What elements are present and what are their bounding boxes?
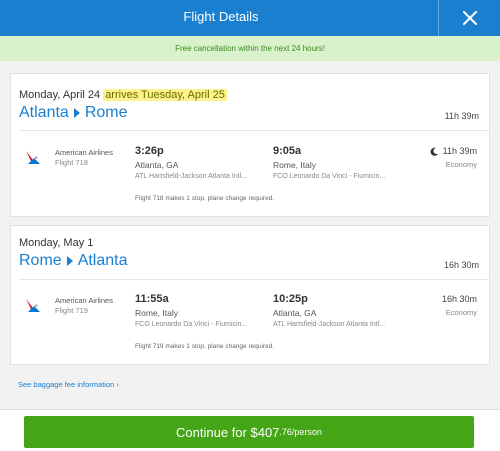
- return-arrive-city: Atlanta, GA: [273, 308, 317, 318]
- route-arrow-icon: [73, 108, 80, 118]
- outbound-origin: Atlanta: [19, 104, 69, 121]
- return-depart-airport: FCO Leonardo Da Vinci - Fiumicin...: [135, 321, 248, 328]
- return-arrive-airport: ATL Hartsfield-Jackson Atlanta Intl...: [273, 321, 386, 328]
- return-depart-city: Rome, Italy: [135, 308, 178, 318]
- return-arrive-time: 10:25p: [273, 293, 308, 305]
- page-title: Flight Details: [183, 9, 259, 24]
- outbound-arrive-city: Rome, Italy: [273, 160, 316, 170]
- outbound-cabin: Economy: [445, 160, 477, 169]
- baggage-fee-label: See baggage fee information: [18, 380, 115, 389]
- outbound-flight-card: Monday, April 24 arrives Tuesday, April …: [10, 73, 490, 217]
- header-bar: Flight Details: [0, 0, 500, 36]
- return-depart-time: 11:55a: [135, 293, 169, 305]
- baggage-fee-link[interactable]: See baggage fee information ›: [18, 380, 119, 389]
- cancellation-notice: Free cancellation within the next 24 hou…: [0, 36, 500, 61]
- return-flight-card: Monday, May 1 Rome Atlanta 16h 30m Ameri…: [10, 225, 490, 365]
- outbound-depart-time: 3:26p: [135, 145, 164, 157]
- close-button[interactable]: [439, 0, 500, 36]
- return-stops-note: Flight 719 makes 1 stop, plane change re…: [135, 343, 275, 350]
- continue-price-cents: .76/person: [279, 427, 322, 437]
- return-date: Monday, May 1: [19, 237, 94, 249]
- outbound-depart-airport: ATL Hartsfield-Jackson Atlanta Intl...: [135, 173, 248, 180]
- american-airlines-logo-icon: [26, 151, 40, 164]
- return-route: Rome Atlanta: [19, 252, 128, 270]
- outbound-route: Atlanta Rome: [19, 104, 128, 122]
- outbound-segment-duration-row: 11h 39m: [430, 146, 477, 156]
- outbound-arrive-time: 9:05a: [273, 145, 302, 157]
- chevron-right-icon: ›: [116, 380, 119, 389]
- outbound-flight-number: Flight 718: [55, 158, 88, 167]
- outbound-date: Monday, April 24: [19, 89, 101, 101]
- moon-icon: [430, 147, 438, 156]
- outbound-arrive-airport: FCO Leonardo Da Vinci - Fiumicin...: [273, 173, 386, 180]
- return-date-line: Monday, May 1: [19, 237, 93, 249]
- outbound-segment-duration: 11h 39m: [442, 146, 477, 156]
- close-icon: [462, 11, 477, 25]
- return-segment-duration: 16h 30m: [441, 294, 477, 304]
- return-segment-duration-row: 16h 30m: [442, 294, 477, 304]
- outbound-date-line: Monday, April 24 arrives Tuesday, April …: [19, 89, 227, 101]
- return-origin: Rome: [19, 252, 62, 269]
- return-airline: American Airlines: [55, 296, 113, 305]
- outbound-stops-note: Flight 718 makes 1 stop, plane change re…: [135, 195, 275, 202]
- american-airlines-logo-icon: [26, 299, 40, 312]
- route-arrow-icon: [66, 256, 73, 266]
- outbound-destination: Rome: [84, 104, 128, 121]
- return-cabin: Economy: [445, 308, 477, 317]
- return-destination: Atlanta: [77, 252, 128, 269]
- return-flight-number: Flight 719: [55, 306, 88, 315]
- outbound-total-duration: 11h 39m: [444, 111, 479, 121]
- arrives-note: arrives Tuesday, April 25: [103, 89, 227, 101]
- card-divider: [19, 130, 489, 131]
- continue-button[interactable]: Continue for $407.76/person: [24, 416, 474, 448]
- card-divider: [19, 279, 489, 280]
- outbound-airline: American Airlines: [55, 148, 113, 157]
- outbound-depart-city: Atlanta, GA: [135, 160, 179, 170]
- continue-label: Continue for $407: [176, 424, 280, 440]
- return-total-duration: 16h 30m: [443, 260, 479, 270]
